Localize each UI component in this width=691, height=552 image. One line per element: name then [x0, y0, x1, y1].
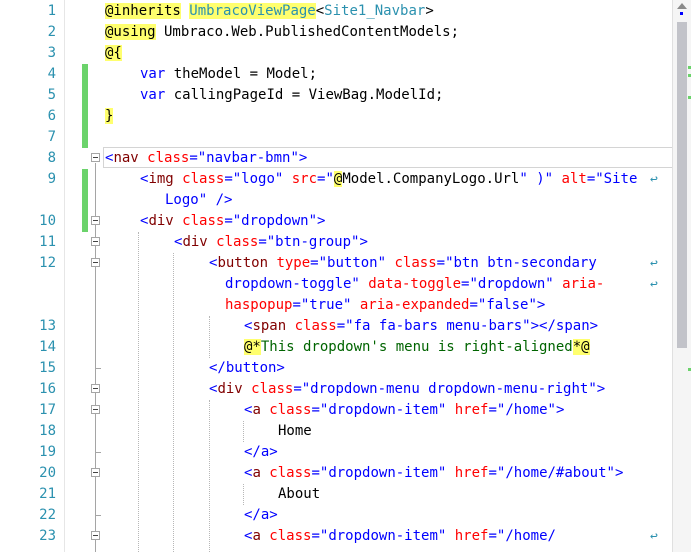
code-line-12-wrap: dropdown-toggle" data-toggle="dropdown" …	[225, 276, 605, 292]
code-line-5: var callingPageId = ViewBag.ModelId;	[140, 87, 444, 103]
line-number: 18	[39, 423, 56, 439]
code-line-4: var theModel = Model;	[140, 66, 318, 82]
change-marker	[82, 169, 88, 232]
line-number: 10	[39, 213, 56, 229]
code-line-23: <a class="dropdown-item" href="/home/	[244, 528, 556, 544]
code-line-8: <nav class="navbar-bmn">	[105, 150, 308, 166]
line-number: 4	[47, 66, 56, 82]
code-line-16: <div class="dropdown-menu dropdown-menu-…	[209, 381, 606, 397]
code-line-3: @{	[105, 45, 122, 61]
line-number: 3	[47, 45, 56, 61]
code-line-9: <img class="logo" src="@Model.CompanyLog…	[140, 171, 638, 187]
line-number: 6	[47, 108, 56, 124]
code-line-17: <a class="dropdown-item" href="/home">	[244, 402, 565, 418]
word-wrap-icon: ↩	[650, 529, 658, 544]
caret-map-marker	[680, 12, 683, 15]
outline-end-tick	[95, 515, 101, 516]
scroll-thumb[interactable]	[677, 22, 687, 348]
scroll-up-arrow-icon[interactable]	[677, 3, 687, 9]
word-wrap-icon: ↩	[650, 172, 658, 187]
line-number: 21	[39, 486, 56, 502]
collapse-icon[interactable]	[91, 237, 100, 246]
line-number: 14	[39, 339, 56, 355]
collapse-icon[interactable]	[91, 258, 100, 267]
line-number: 23	[39, 528, 56, 544]
line-number: 16	[39, 381, 56, 397]
line-number: 8	[47, 150, 56, 166]
collapse-icon[interactable]	[91, 531, 100, 540]
line-number: 15	[39, 360, 56, 376]
line-number: 20	[39, 465, 56, 481]
collapse-icon[interactable]	[91, 153, 100, 162]
line-number-gutter: 1 2 3 4 5 6 7 8 9 10 11 12 13 14 15 16 1…	[0, 0, 65, 552]
indent-guide	[209, 400, 210, 552]
word-wrap-icon: ↩	[650, 256, 658, 271]
indent-guide	[243, 484, 244, 505]
code-editor[interactable]: 1 2 3 4 5 6 7 8 9 10 11 12 13 14 15 16 1…	[0, 0, 691, 552]
code-line-15: </button>	[209, 360, 285, 376]
collapse-icon[interactable]	[91, 384, 100, 393]
line-number: 17	[39, 402, 56, 418]
outline-end-tick	[95, 452, 101, 453]
collapse-icon[interactable]	[91, 468, 100, 477]
indent-guide	[138, 232, 139, 552]
line-number: 19	[39, 444, 56, 460]
collapse-icon[interactable]	[91, 216, 100, 225]
code-line-18: Home	[278, 423, 312, 439]
outline-end-tick	[95, 368, 101, 369]
indent-guide	[209, 316, 210, 358]
change-marker	[82, 64, 88, 148]
code-line-14: @*This dropdown's menu is right-aligned*…	[244, 339, 590, 355]
code-line-9-wrap: Logo" />	[165, 192, 233, 208]
vertical-scrollbar[interactable]	[672, 0, 691, 552]
line-number: 22	[39, 507, 56, 523]
code-line-10: <div class="dropdown">	[140, 213, 326, 229]
indent-guide	[173, 253, 174, 552]
code-line-6: }	[105, 108, 114, 124]
code-line-12: <button type="button" class="btn btn-sec…	[209, 255, 597, 271]
code-line-1: @inherits UmbracoViewPage<Site1_Navbar>	[105, 3, 434, 19]
code-line-22: </a>	[244, 507, 278, 523]
code-line-13: <span class="fa fa-bars menu-bars"></spa…	[244, 318, 599, 334]
indent-guide	[243, 421, 244, 442]
line-number: 9	[47, 171, 56, 187]
line-number: 1	[47, 3, 56, 19]
word-wrap-icon: ↩	[650, 277, 658, 292]
line-number: 13	[39, 318, 56, 334]
line-number: 12	[39, 255, 56, 271]
code-line-2: @using Umbraco.Web.PublishedContentModel…	[105, 24, 460, 40]
collapse-icon[interactable]	[91, 405, 100, 414]
code-line-20: <a class="dropdown-item" href="/home/#ab…	[244, 465, 624, 481]
line-number: 2	[47, 24, 56, 40]
line-number: 11	[39, 234, 56, 250]
code-line-12-wrap-2: haspopup="true" aria-expanded="false">	[225, 297, 546, 313]
line-number: 5	[47, 87, 56, 103]
line-number: 7	[47, 129, 56, 145]
code-line-19: </a>	[244, 444, 278, 460]
code-line-21: About	[278, 486, 321, 502]
code-line-11: <div class="btn-group">	[174, 234, 368, 250]
